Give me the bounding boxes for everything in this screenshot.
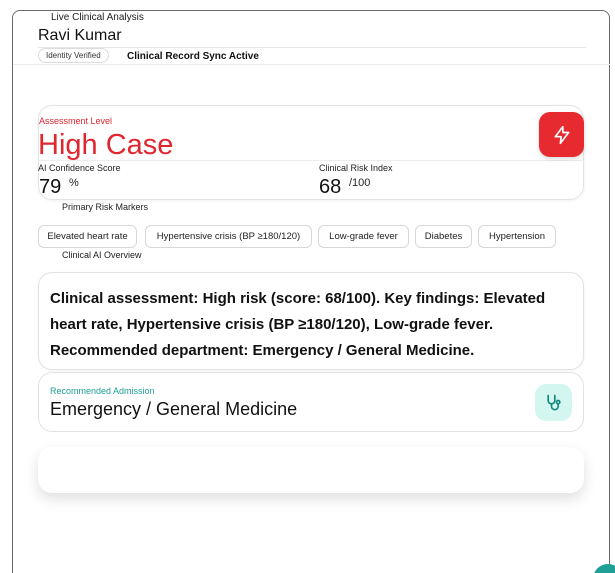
confidence-unit: %	[69, 177, 79, 189]
stethoscope-icon	[546, 394, 561, 410]
risk-marker-chip: Hypertension	[478, 225, 556, 248]
section-divider	[13, 64, 610, 65]
overview-text: Clinical assessment: High risk (score: 6…	[50, 290, 546, 359]
sync-status: Clinical Record Sync Active	[127, 51, 259, 62]
confidence-label: AI Confidence Score	[38, 163, 121, 173]
risk-index-label: Clinical Risk Index	[319, 163, 393, 173]
assessment-level: High Case	[38, 129, 174, 161]
admission-label: Recommended Admission	[50, 386, 155, 396]
header-label: Live Clinical Analysis	[51, 12, 144, 23]
admission-value: Emergency / General Medicine	[50, 399, 298, 419]
risk-marker-chip: Diabetes	[415, 225, 472, 248]
risk-marker-chip: Low-grade fever	[318, 225, 409, 248]
lightning-bolt-icon	[554, 125, 569, 144]
header-divider	[38, 47, 586, 48]
patient-name: Ravi Kumar	[38, 27, 122, 44]
risk-index-value: 68	[319, 176, 342, 198]
risk-index-unit: /100	[349, 177, 371, 189]
assessment-label: Assessment Level	[39, 116, 113, 126]
empty-card	[38, 447, 584, 493]
confidence-value: 79	[39, 176, 62, 198]
identity-verified-badge: Identity Verified	[38, 48, 109, 63]
lightning-bolt-button[interactable]	[539, 112, 584, 157]
risk-marker-chip: Elevated heart rate	[38, 225, 137, 248]
risk-marker-chip: Hypertensive crisis (BP ≥180/120)	[145, 225, 312, 248]
assessment-divider	[38, 160, 584, 161]
stethoscope-button[interactable]	[535, 384, 572, 421]
overview-label: Clinical AI Overview	[62, 250, 142, 260]
risk-markers-label: Primary Risk Markers	[62, 202, 149, 212]
